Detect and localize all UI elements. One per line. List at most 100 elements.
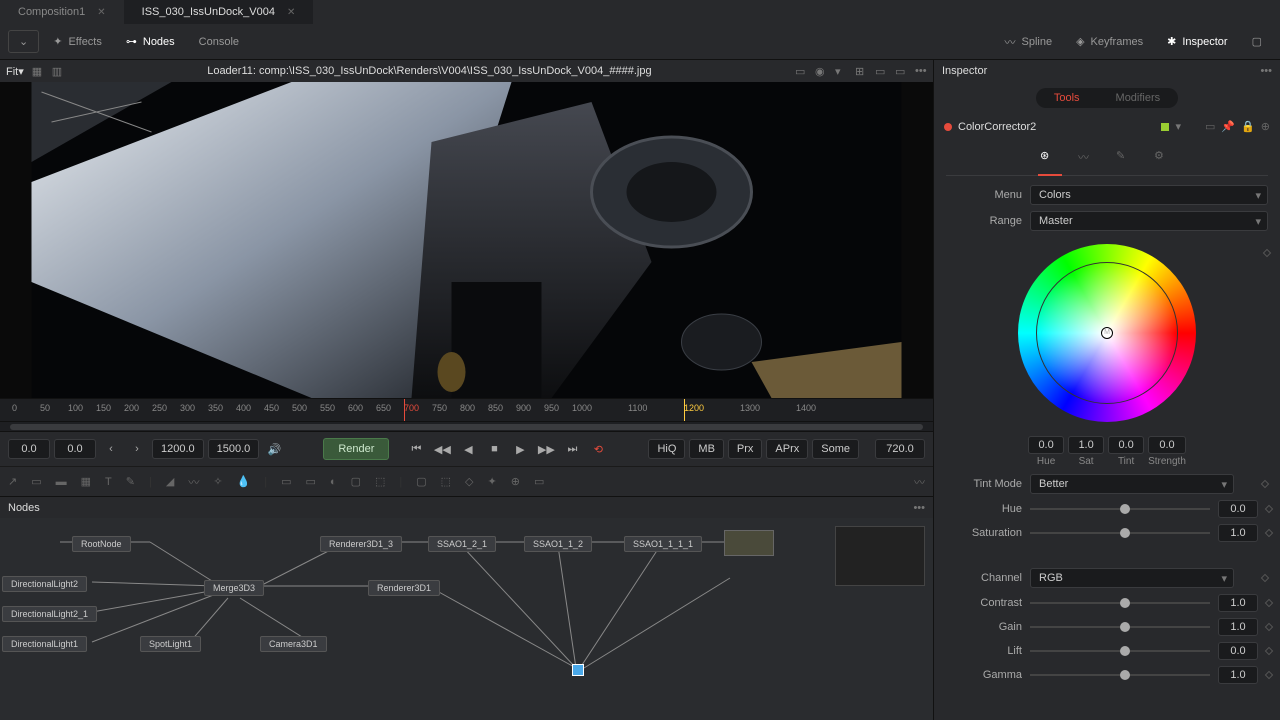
inspector-tabs[interactable]: ToolsModifiers [1036, 88, 1178, 108]
keyframe-diamond[interactable] [1265, 671, 1273, 679]
node-renderer3d13[interactable]: Renderer3D1_3 [320, 536, 402, 552]
hue-slider[interactable] [1030, 502, 1210, 516]
keyframes-button[interactable]: ◈Keyframes [1066, 31, 1153, 52]
tool-icon[interactable]: ⬚ [441, 475, 451, 488]
view-icon[interactable]: ▭ [875, 65, 887, 77]
dropdown-toggle[interactable]: ⌄ [8, 30, 39, 53]
layout-icon[interactable]: ▥ [52, 65, 64, 77]
tintmode-select[interactable]: Better [1030, 474, 1234, 494]
keyframe-diamond[interactable] [1261, 574, 1269, 582]
node-dirlight1[interactable]: DirectionalLight1 [2, 636, 87, 652]
mb-toggle[interactable]: MB [689, 439, 724, 459]
range-select[interactable]: Master [1030, 211, 1268, 231]
chevron-down-icon[interactable]: ▾ [1175, 120, 1181, 133]
tool-icon[interactable]: ⬚ [375, 475, 385, 488]
nodes-button[interactable]: ⊶Nodes [116, 31, 185, 52]
brush-tool-icon[interactable]: ✎ [126, 475, 135, 488]
tool-icon[interactable]: 〰 [914, 474, 925, 490]
panel-icon[interactable]: ▢ [1242, 31, 1272, 52]
close-icon[interactable]: ✕ [287, 7, 295, 18]
step-fwd-button[interactable]: ▶▶ [535, 438, 557, 460]
next-key-button[interactable]: › [126, 438, 148, 460]
keyframe-diamond[interactable] [1265, 505, 1273, 513]
tool-icon[interactable]: ⊕ [511, 475, 520, 488]
prev-key-button[interactable]: ‹ [100, 438, 122, 460]
inspector-button[interactable]: ✱Inspector [1157, 31, 1237, 52]
gamma-slider[interactable] [1030, 668, 1210, 682]
node-ssao1111[interactable]: SSAO1_1_1_1 [624, 536, 702, 552]
hiq-toggle[interactable]: HiQ [648, 439, 685, 459]
node-renderer3d1[interactable]: Renderer3D1 [368, 580, 440, 596]
node-graph[interactable]: RootNode Renderer3D1_3 SSAO1_2_1 SSAO1_1… [0, 518, 933, 720]
tool-icon[interactable]: ▭ [306, 475, 316, 488]
color-tab-icon[interactable]: ⊛ [1040, 149, 1060, 165]
lift-slider[interactable] [1030, 644, 1210, 658]
lock-icon[interactable]: 🔒 [1241, 120, 1255, 133]
grid-icon[interactable]: ⊞ [855, 65, 867, 77]
play-reverse-button[interactable]: ◀ [457, 438, 479, 460]
aprx-toggle[interactable]: APrx [766, 439, 808, 459]
time-ruler[interactable]: 0501001502002503003504004505005506006507… [0, 398, 933, 422]
layout-icon[interactable]: ▦ [32, 65, 44, 77]
menu-select[interactable]: Colors [1030, 185, 1268, 205]
settings-tab-icon[interactable]: ⚙ [1154, 149, 1174, 165]
tab-iss[interactable]: ISS_030_IssUnDock_V004✕ [124, 0, 314, 24]
curves-tab-icon[interactable]: ✎ [1116, 149, 1136, 165]
keyframe-diamond[interactable] [1263, 249, 1271, 257]
hue-value[interactable]: 0.0 [1028, 436, 1064, 454]
tint-value[interactable]: 0.0 [1108, 436, 1144, 454]
strength-value[interactable]: 0.0 [1148, 436, 1186, 454]
tool-icon[interactable]: ◐ [330, 476, 337, 488]
node-ssao112[interactable]: SSAO1_1_2 [524, 536, 592, 552]
tool-icon[interactable]: ▭ [31, 475, 41, 488]
color-wheel[interactable]: M [1018, 244, 1196, 422]
node-rootnode[interactable]: RootNode [72, 536, 131, 552]
tool-icon[interactable]: ↗ [8, 475, 17, 488]
render-button[interactable]: Render [323, 438, 389, 460]
keyframe-diamond[interactable] [1265, 529, 1273, 537]
viewer[interactable] [0, 82, 933, 398]
gain-slider[interactable] [1030, 620, 1210, 634]
sat-value[interactable]: 1.0 [1068, 436, 1104, 454]
text-tool-icon[interactable]: T [105, 476, 112, 488]
node-merge3d3[interactable]: Merge3D3 [204, 580, 264, 596]
color-chip[interactable] [1161, 123, 1169, 131]
enable-indicator[interactable] [944, 123, 952, 131]
version-icon[interactable]: ▭ [1205, 120, 1215, 133]
blur-icon[interactable]: 💧 [237, 475, 251, 488]
view-icon[interactable]: ▭ [795, 65, 807, 77]
time-current[interactable]: 0.0 [54, 439, 96, 459]
saturation-slider[interactable] [1030, 526, 1210, 540]
view-icon[interactable]: ▭ [895, 65, 907, 77]
keyframe-diamond[interactable] [1265, 623, 1273, 631]
levels-tab-icon[interactable]: 〰 [1078, 149, 1098, 165]
tool-icon[interactable]: 〰 [188, 474, 199, 490]
settings-icon[interactable]: ⊕ [1261, 120, 1270, 133]
more-icon[interactable]: ••• [915, 65, 927, 77]
tool-icon[interactable]: ◢ [166, 475, 174, 488]
pin-icon[interactable]: 📌 [1221, 120, 1235, 133]
scrollbar[interactable] [10, 424, 923, 430]
tool-icon[interactable]: ▢ [351, 475, 361, 488]
tool-icon[interactable]: ▦ [81, 475, 91, 488]
view-icon[interactable]: ◉ [815, 65, 827, 77]
more-icon[interactable]: ••• [1260, 65, 1272, 77]
resolution-field[interactable]: 720.0 [875, 439, 925, 459]
audio-icon[interactable]: 🔊 [263, 438, 285, 460]
tool-icon[interactable]: ◇ [465, 475, 473, 488]
prx-toggle[interactable]: Prx [728, 439, 763, 459]
keyframe-diamond[interactable] [1265, 647, 1273, 655]
time-in[interactable]: 0.0 [8, 439, 50, 459]
effects-button[interactable]: ✦Effects [43, 31, 112, 52]
step-back-button[interactable]: ◀◀ [431, 438, 453, 460]
some-toggle[interactable]: Some [812, 439, 859, 459]
more-icon[interactable]: ••• [913, 502, 925, 514]
last-frame-button[interactable]: ⏭ [561, 438, 583, 460]
play-button[interactable]: ▶ [509, 438, 531, 460]
console-button[interactable]: Console [189, 32, 249, 52]
channel-select[interactable]: RGB [1030, 568, 1234, 588]
spline-button[interactable]: 〰Spline [995, 30, 1063, 54]
node-camera3d1[interactable]: Camera3D1 [260, 636, 327, 652]
time-end[interactable]: 1500.0 [208, 439, 260, 459]
node-output[interactable] [572, 664, 584, 676]
